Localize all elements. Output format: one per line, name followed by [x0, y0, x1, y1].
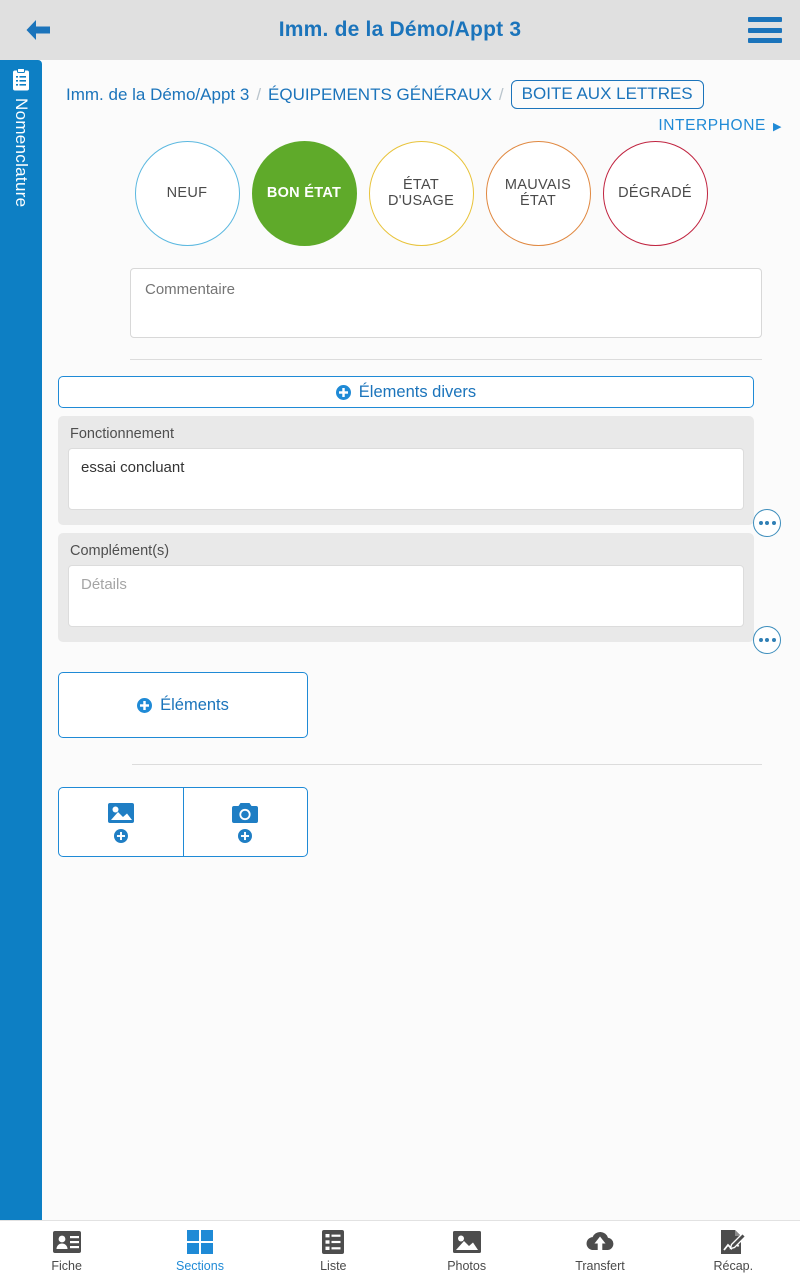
- image-add-icon: [107, 803, 134, 823]
- nav-label: Fiche: [51, 1258, 82, 1273]
- breadcrumb-item-0[interactable]: Imm. de la Démo/Appt 3: [66, 85, 249, 105]
- more-options-icon[interactable]: [753, 509, 781, 537]
- plus-circle-icon: [238, 829, 253, 843]
- take-photo-button[interactable]: [182, 788, 308, 856]
- condition-label: NEUF: [166, 184, 208, 201]
- breadcrumb-separator: /: [498, 84, 504, 104]
- breadcrumb-item-1[interactable]: ÉQUIPEMENTS GÉNÉRAUX: [268, 85, 492, 105]
- comment-input[interactable]: [130, 268, 762, 338]
- camera-add-icon: [232, 803, 259, 823]
- condition-option-neuf[interactable]: NEUF: [134, 141, 240, 246]
- nav-label: Récap.: [713, 1258, 754, 1273]
- breadcrumb: Imm. de la Démo/Appt 3 / ÉQUIPEMENTS GÉN…: [42, 60, 800, 109]
- plus-circle-icon: [137, 697, 153, 713]
- grid-squares-icon: [186, 1229, 213, 1254]
- nav-item-sections[interactable]: Sections: [133, 1221, 266, 1280]
- comment-section: [42, 246, 800, 343]
- condition-label: MAUVAIS ÉTAT: [504, 176, 572, 209]
- nav-label: Photos: [447, 1258, 487, 1273]
- plus-circle-icon: [113, 829, 128, 843]
- add-elements-label: Éléments: [160, 695, 229, 714]
- field-group-complements: Complément(s): [58, 533, 781, 654]
- field-label: Complément(s): [70, 543, 170, 559]
- top-bar: Imm. de la Démo/Appt 3: [0, 0, 800, 60]
- nav-label: Liste: [320, 1258, 347, 1273]
- arrow-left-icon: [26, 20, 50, 40]
- clipboard-icon: [13, 68, 29, 91]
- hamburger-menu-icon[interactable]: [748, 17, 782, 43]
- breadcrumb-separator: /: [256, 84, 262, 104]
- plus-circle-icon: [335, 384, 351, 400]
- field-group-fonctionnement: Fonctionnement: [58, 416, 781, 537]
- condition-option-etat-dusage[interactable]: ÉTAT D'USAGE: [368, 141, 474, 246]
- nav-item-transfert[interactable]: Transfert: [533, 1221, 666, 1280]
- sidebar-nomenclature-tab[interactable]: Nomenclature: [0, 60, 42, 1220]
- main-content: Imm. de la Démo/Appt 3 / ÉQUIPEMENTS GÉN…: [42, 60, 800, 1220]
- page-title: Imm. de la Démo/Appt 3: [278, 18, 522, 41]
- app-root: Imm. de la Démo/Appt 3 Nomenclature Imm.…: [0, 0, 800, 1280]
- add-elements-divers-label: Élements divers: [358, 382, 477, 401]
- fonctionnement-input[interactable]: [68, 448, 744, 510]
- add-gallery-image-button[interactable]: [59, 788, 183, 856]
- condition-label: BON ÉTAT: [266, 184, 342, 201]
- photo-icon: [452, 1230, 481, 1253]
- breadcrumb-item-current[interactable]: BOITE AUX LETTRES: [510, 80, 704, 109]
- nav-label: Sections: [176, 1258, 224, 1273]
- section-divider: [130, 359, 762, 360]
- condition-option-degrade[interactable]: DÉGRADÉ: [602, 141, 708, 246]
- nav-item-photos[interactable]: Photos: [400, 1221, 533, 1280]
- more-options-icon[interactable]: [753, 626, 781, 654]
- list-icon: [322, 1229, 345, 1254]
- nav-item-fiche[interactable]: Fiche: [0, 1221, 133, 1280]
- nav-item-liste[interactable]: Liste: [267, 1221, 400, 1280]
- document-edit-icon: [721, 1229, 747, 1254]
- complements-input[interactable]: [68, 565, 744, 627]
- nav-label: Transfert: [575, 1258, 625, 1273]
- add-elements-button[interactable]: Éléments: [58, 672, 308, 738]
- nav-item-recap[interactable]: Récap.: [667, 1221, 800, 1280]
- field-label: Fonctionnement: [70, 426, 174, 442]
- next-item-link[interactable]: INTERPHONE ▶: [658, 117, 782, 135]
- condition-label: ÉTAT D'USAGE: [387, 176, 455, 209]
- condition-label: DÉGRADÉ: [618, 184, 692, 201]
- next-item-label: INTERPHONE: [658, 117, 766, 134]
- condition-option-mauvais-etat[interactable]: MAUVAIS ÉTAT: [485, 141, 591, 246]
- sidebar-label: Nomenclature: [12, 98, 31, 208]
- media-buttons: [58, 787, 308, 857]
- back-button[interactable]: [18, 10, 58, 50]
- chevron-right-icon: ▶: [772, 120, 782, 133]
- section-divider: [132, 764, 762, 765]
- add-elements-divers-button[interactable]: Élements divers: [58, 376, 754, 408]
- next-item-row: INTERPHONE ▶: [42, 109, 800, 135]
- bottom-navigation: Fiche Sections Liste Photos Transfert Ré…: [0, 1220, 800, 1280]
- contact-card-icon: [52, 1230, 81, 1253]
- cloud-upload-icon: [586, 1231, 614, 1250]
- condition-selector: NEUF BON ÉTAT ÉTAT D'USAGE MAUVAIS ÉTAT …: [42, 141, 800, 246]
- condition-option-bon-etat[interactable]: BON ÉTAT: [251, 141, 357, 246]
